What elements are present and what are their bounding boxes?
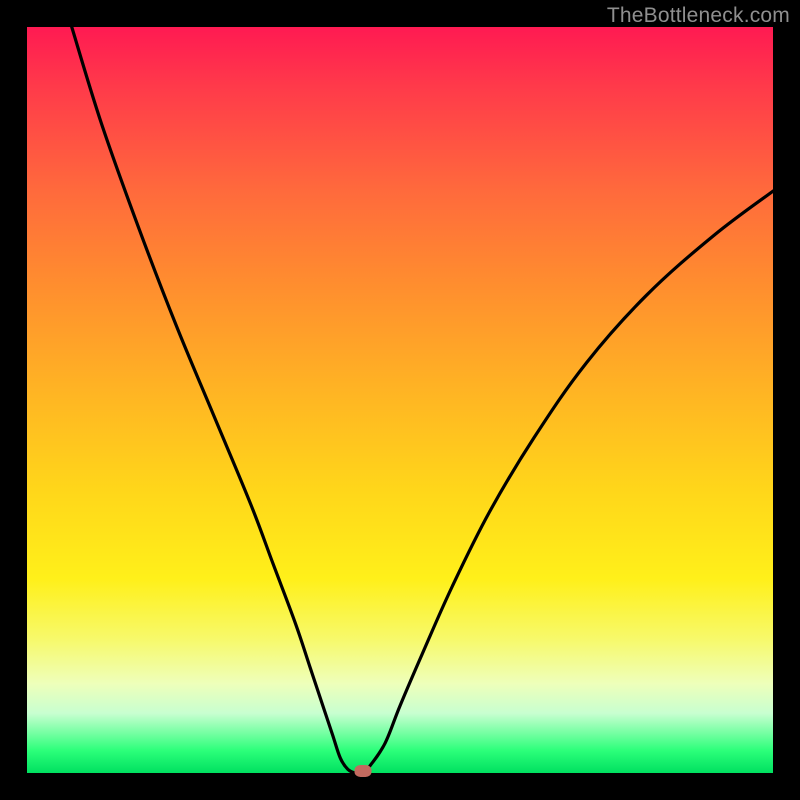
optimum-marker [354,765,371,777]
chart-frame: TheBottleneck.com [0,0,800,800]
plot-area [27,27,773,773]
curve-layer [27,27,773,773]
bottleneck-curve [72,27,773,773]
watermark-label: TheBottleneck.com [607,4,790,28]
